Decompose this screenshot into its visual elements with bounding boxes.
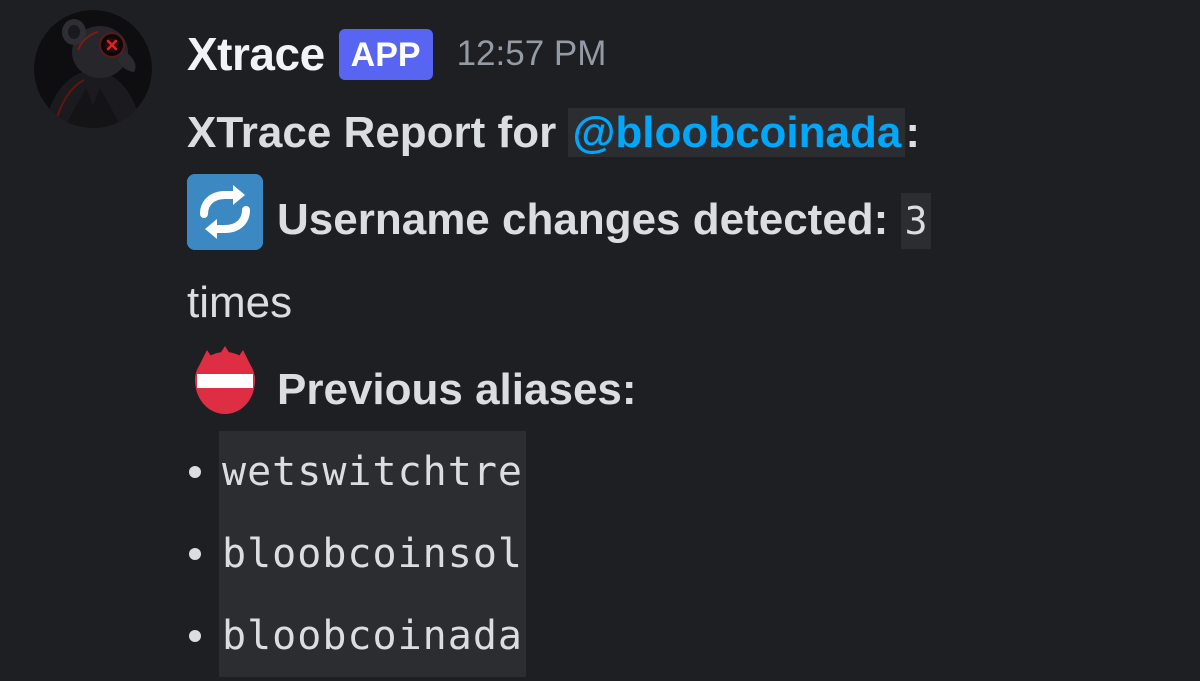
message-content: Xtrace APP 12:57 PM XTrace Report for @b… bbox=[187, 16, 1180, 677]
author-avatar[interactable] bbox=[34, 10, 152, 128]
bullet-icon bbox=[189, 548, 201, 560]
app-badge: APP bbox=[338, 28, 433, 80]
author-name[interactable]: Xtrace bbox=[187, 27, 325, 81]
bullet-icon bbox=[189, 466, 201, 478]
list-item: bloobcoinada bbox=[187, 595, 1180, 677]
bullet-icon bbox=[189, 630, 201, 642]
alias-code: wetswitchtre bbox=[219, 431, 526, 513]
username-changes-unit: times bbox=[187, 278, 293, 327]
message-timestamp[interactable]: 12:57 PM bbox=[457, 34, 607, 74]
previous-aliases-label: Previous aliases: bbox=[277, 365, 637, 414]
user-mention[interactable]: @bloobcoinada bbox=[568, 108, 906, 157]
alias-code: bloobcoinada bbox=[219, 595, 526, 677]
aliases-list: wetswitchtre bloobcoinsol bloobcoinada bbox=[187, 431, 1180, 677]
username-changes-label: Username changes detected: bbox=[277, 195, 889, 244]
username-changes-count: 3 bbox=[900, 193, 932, 249]
report-title-prefix: XTrace Report for bbox=[187, 108, 569, 157]
hooded-rat-avatar-icon bbox=[34, 10, 152, 128]
message-header: Xtrace APP 12:57 PM bbox=[187, 16, 1180, 92]
previous-aliases-line: Previous aliases: bbox=[187, 344, 1180, 431]
name-badge-icon bbox=[187, 344, 263, 420]
username-changes-line: Username changes detected: 3 bbox=[187, 174, 1180, 262]
report-title-suffix: : bbox=[905, 108, 920, 157]
chat-message: Xtrace APP 12:57 PM XTrace Report for @b… bbox=[0, 0, 1200, 681]
report-title: XTrace Report for @bloobcoinada: bbox=[187, 92, 1180, 174]
list-item: bloobcoinsol bbox=[187, 513, 1180, 595]
list-item: wetswitchtre bbox=[187, 431, 1180, 513]
repeat-arrows-icon bbox=[187, 174, 263, 250]
alias-code: bloobcoinsol bbox=[219, 513, 526, 595]
